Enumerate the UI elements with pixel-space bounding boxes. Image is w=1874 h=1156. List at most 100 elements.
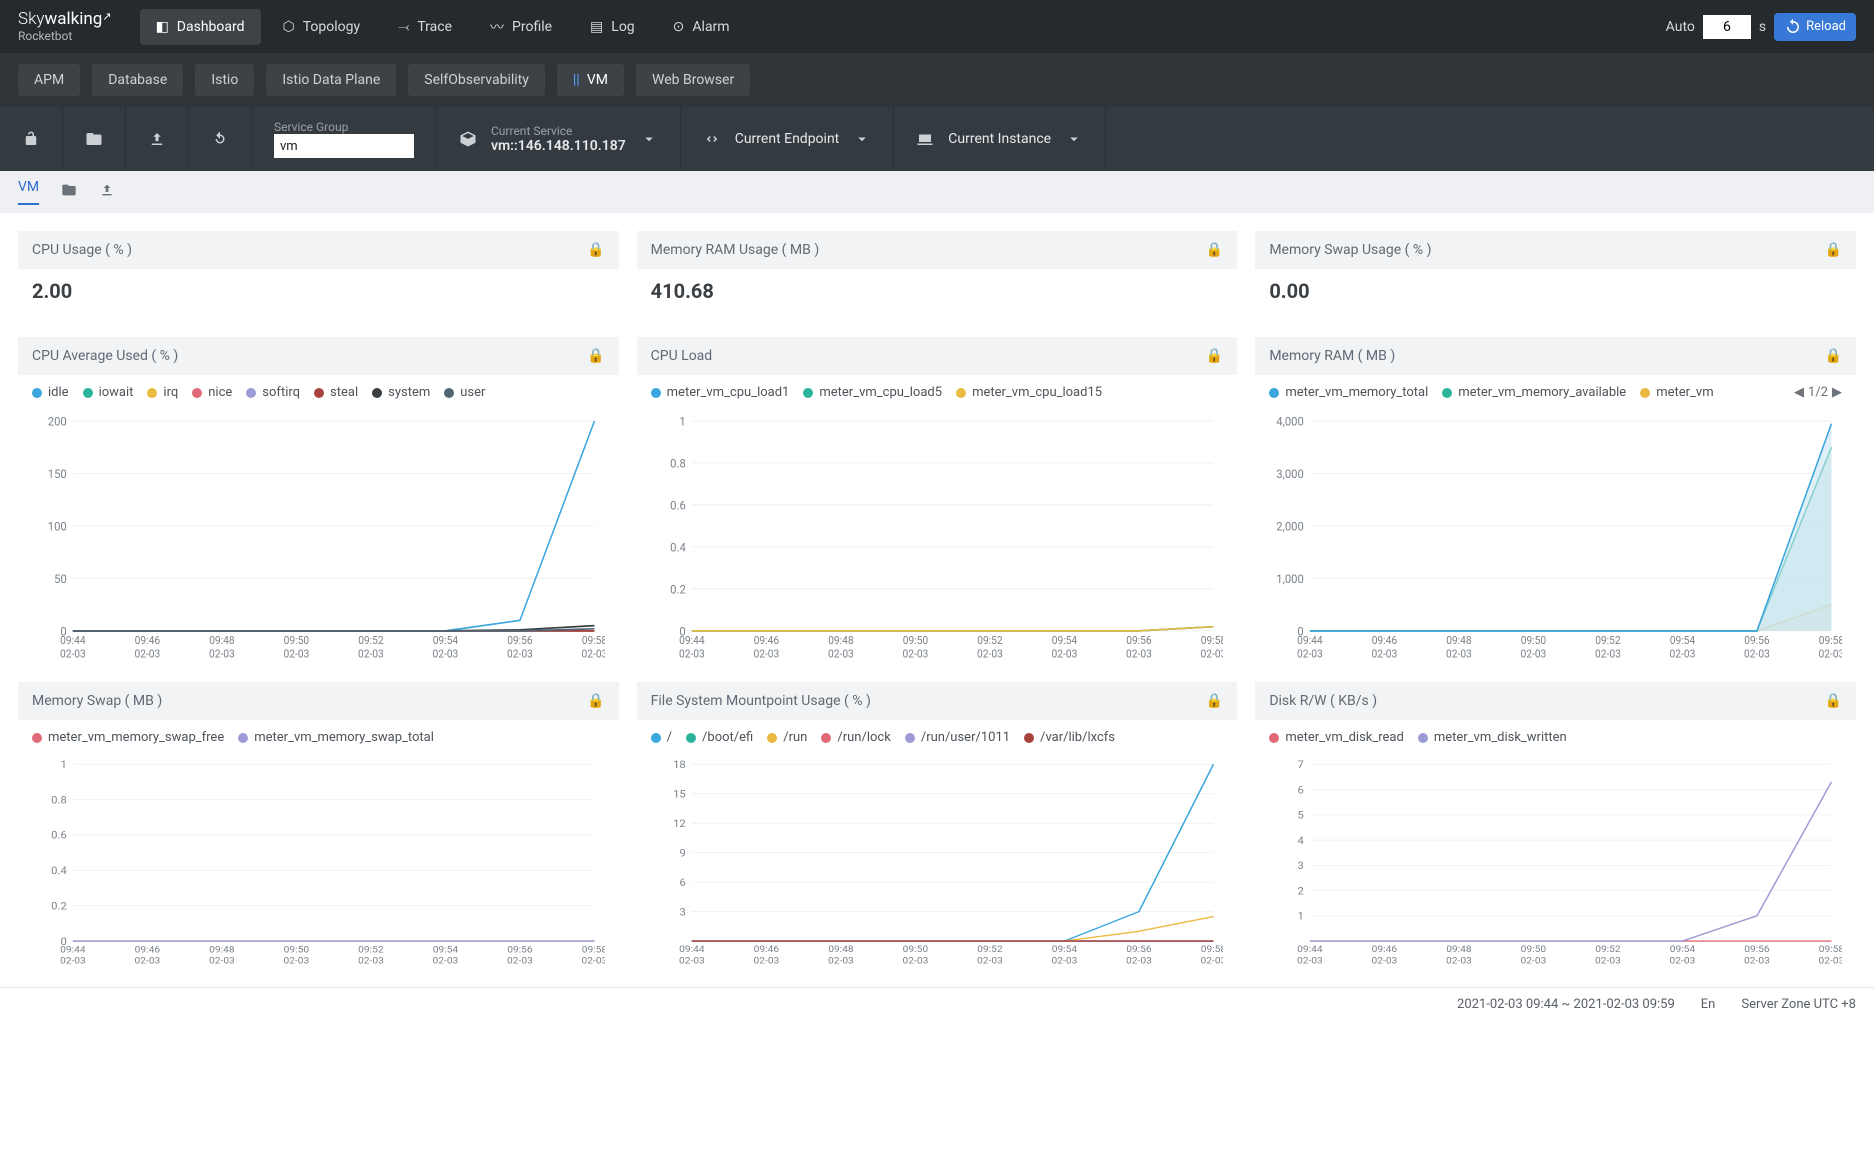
folder-icon: [61, 182, 77, 198]
legend-item[interactable]: iowait: [83, 385, 134, 400]
svg-text:0.2: 0.2: [670, 582, 686, 597]
svg-text:09:46: 09:46: [1372, 945, 1398, 955]
nav-icon: ◧: [156, 19, 169, 35]
lang-switch[interactable]: En: [1701, 997, 1716, 1012]
svg-text:02-03: 02-03: [507, 647, 533, 660]
svg-text:18: 18: [673, 759, 686, 771]
legend-item[interactable]: idle: [32, 385, 69, 400]
subtab-vm[interactable]: VM: [18, 179, 39, 205]
nav-trace[interactable]: ⤙Trace: [382, 9, 468, 45]
legend-item[interactable]: meter_vm_disk_written: [1418, 730, 1567, 745]
nav-label: Trace: [417, 19, 452, 35]
legend-dot: [686, 733, 696, 743]
dashtab-istio-data-plane[interactable]: Istio Data Plane: [266, 64, 396, 96]
subtab-export[interactable]: [99, 182, 115, 202]
legend-item[interactable]: meter_vm_memory_swap_free: [32, 730, 224, 745]
legend-dot: [372, 388, 382, 398]
dashtab-apm[interactable]: APM: [18, 64, 80, 96]
refresh-button[interactable]: [189, 107, 252, 171]
lock-icon[interactable]: 🔒: [1825, 242, 1842, 258]
lock-icon[interactable]: 🔒: [1206, 348, 1223, 364]
legend-item[interactable]: /run/user/1011: [905, 730, 1010, 745]
legend-item[interactable]: system: [372, 385, 430, 400]
reload-button[interactable]: Reload: [1774, 13, 1856, 41]
nav-topology[interactable]: ⬡Topology: [267, 9, 377, 45]
auto-interval-input[interactable]: [1703, 15, 1751, 39]
legend-label: /run: [783, 730, 807, 745]
import-button[interactable]: [126, 107, 189, 171]
dashtab-database[interactable]: Database: [92, 64, 183, 96]
svg-text:09:58: 09:58: [1200, 945, 1223, 955]
lock-toggle[interactable]: [0, 107, 63, 171]
legend-item[interactable]: meter_vm_memory_available: [1442, 385, 1626, 400]
legend-label: meter_vm_disk_read: [1285, 730, 1404, 745]
service-group-input[interactable]: [274, 134, 414, 158]
subtab-folder[interactable]: [61, 182, 77, 202]
legend-item[interactable]: meter_vm_memory_total: [1269, 385, 1428, 400]
legend-item[interactable]: irq: [147, 385, 178, 400]
legend-pager[interactable]: ◀ 1/2 ▶: [1794, 385, 1842, 400]
lock-icon[interactable]: 🔒: [587, 693, 604, 709]
legend-label: meter_vm_cpu_load1: [667, 385, 790, 400]
legend-item[interactable]: meter_vm_memory_swap_total: [238, 730, 434, 745]
svg-text:1: 1: [60, 759, 66, 771]
svg-text:09:50: 09:50: [902, 634, 927, 647]
legend-item[interactable]: /run: [767, 730, 807, 745]
legend-item[interactable]: steal: [314, 385, 358, 400]
current-endpoint-selector[interactable]: Current Endpoint: [681, 107, 895, 171]
svg-text:02-03: 02-03: [1819, 647, 1842, 660]
legend-item[interactable]: nice: [192, 385, 232, 400]
topbar: Skywalking↗ Rocketbot ◧Dashboard⬡Topolog…: [0, 0, 1874, 53]
legend-item[interactable]: /boot/efi: [686, 730, 753, 745]
svg-text:09:48: 09:48: [828, 945, 853, 955]
dashtab-selfobservability[interactable]: SelfObservability: [408, 64, 545, 96]
lock-icon[interactable]: 🔒: [1206, 693, 1223, 709]
svg-text:02-03: 02-03: [60, 647, 86, 660]
nav-profile[interactable]: 〰Profile: [474, 9, 568, 45]
svg-text:9: 9: [679, 847, 685, 859]
legend-item[interactable]: user: [444, 385, 485, 400]
svg-text:02-03: 02-03: [60, 956, 86, 966]
card-ram-usage: Memory RAM Usage ( MB )🔒 410.68: [637, 231, 1238, 319]
lock-icon[interactable]: 🔒: [1206, 242, 1223, 258]
svg-text:02-03: 02-03: [1051, 647, 1077, 660]
svg-text:09:58: 09:58: [582, 634, 605, 647]
legend-item[interactable]: meter_vm_disk_read: [1269, 730, 1404, 745]
legend-item[interactable]: /: [651, 730, 672, 745]
legend-item[interactable]: softirq: [246, 385, 300, 400]
folder-button[interactable]: [63, 107, 126, 171]
lock-icon[interactable]: 🔒: [1825, 693, 1842, 709]
dashtab-istio[interactable]: Istio: [195, 64, 254, 96]
svg-text:02-03: 02-03: [135, 647, 161, 660]
lock-icon[interactable]: 🔒: [1825, 348, 1842, 364]
legend-item[interactable]: /run/lock: [821, 730, 890, 745]
legend-item[interactable]: meter_vm_cpu_load15: [956, 385, 1102, 400]
legend-mem-ram: meter_vm_memory_total meter_vm_memory_ava…: [1255, 375, 1856, 404]
lock-icon[interactable]: 🔒: [587, 242, 604, 258]
card-disk-rw: Disk R/W ( KB/s )🔒 meter_vm_disk_readmet…: [1255, 682, 1856, 969]
time-range[interactable]: 2021-02-03 09:44 ~ 2021-02-03 09:59: [1457, 997, 1675, 1012]
lock-icon[interactable]: 🔒: [587, 348, 604, 364]
dashtab-web-browser[interactable]: Web Browser: [636, 64, 750, 96]
legend-item[interactable]: meter_vm: [1640, 385, 1713, 400]
nav-dashboard[interactable]: ◧Dashboard: [140, 9, 261, 45]
nav-alarm[interactable]: ⊙Alarm: [657, 9, 746, 45]
dashtab-vm[interactable]: ||VM: [557, 64, 624, 96]
svg-text:02-03: 02-03: [1297, 956, 1323, 966]
legend-item[interactable]: /var/lib/lxcfs: [1024, 730, 1115, 745]
svg-text:09:56: 09:56: [507, 634, 532, 647]
chart-mem-ram: 01,0002,0003,0004,00009:4402-0309:4602-0…: [1269, 410, 1842, 664]
legend-dot: [1269, 733, 1279, 743]
current-service-selector[interactable]: Current Service vm::146.148.110.187: [437, 107, 681, 171]
svg-text:100: 100: [48, 519, 67, 534]
service-group-selector[interactable]: Service Group: [252, 107, 437, 171]
svg-text:09:54: 09:54: [1051, 945, 1077, 955]
current-instance-selector[interactable]: Current Instance: [894, 107, 1106, 171]
svg-text:09:58: 09:58: [582, 945, 605, 955]
chart-disk-rw: 123456709:4402-0309:4602-0309:4802-0309:…: [1269, 755, 1842, 969]
legend-label: user: [460, 385, 485, 400]
legend-item[interactable]: meter_vm_cpu_load5: [803, 385, 942, 400]
nav-log[interactable]: ▤Log: [574, 9, 651, 45]
svg-text:02-03: 02-03: [1521, 956, 1547, 966]
legend-item[interactable]: meter_vm_cpu_load1: [651, 385, 790, 400]
